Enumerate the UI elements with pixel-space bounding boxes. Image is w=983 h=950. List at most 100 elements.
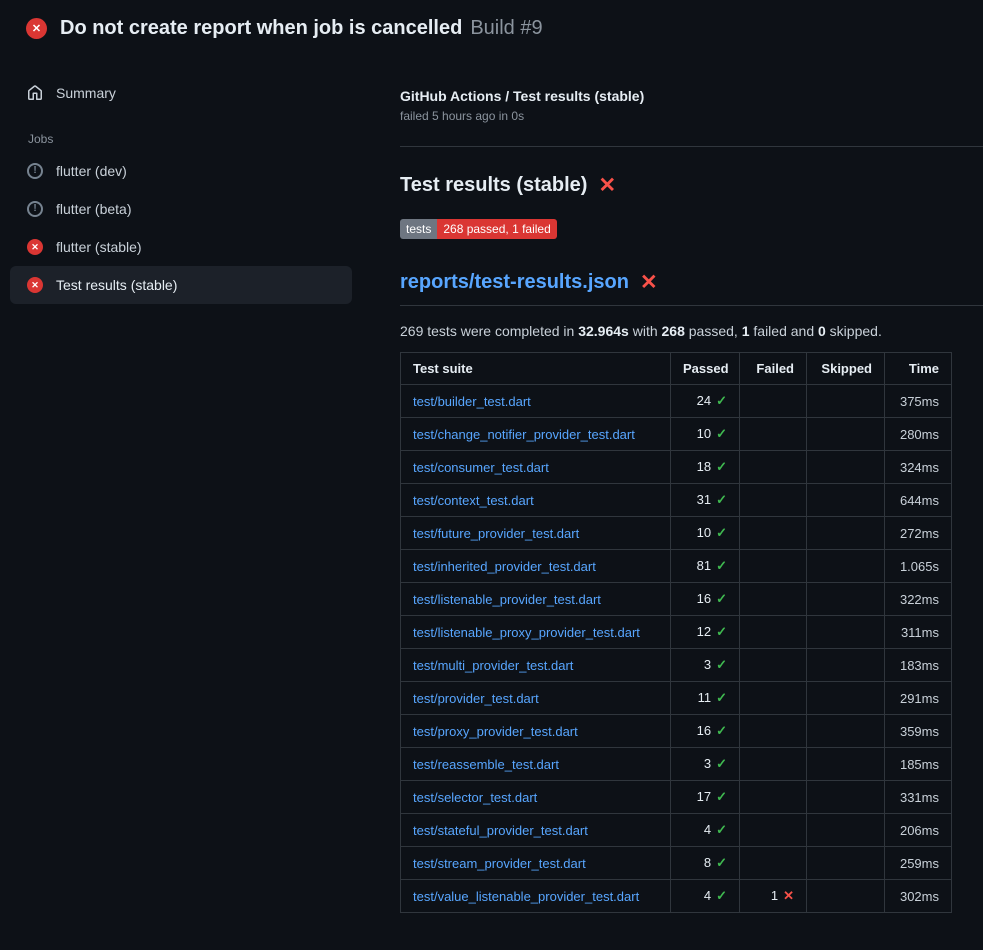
suite-cell: test/listenable_proxy_provider_test.dart (401, 616, 671, 649)
table-row: test/consumer_test.dart 18 ✓ 324ms (401, 451, 952, 484)
passed-count: 31 (697, 492, 711, 507)
sidebar-job-item[interactable]: ✕flutter (stable) (10, 228, 352, 266)
suite-link[interactable]: test/listenable_provider_test.dart (413, 592, 601, 607)
table-row: test/context_test.dart31✓644ms (401, 484, 952, 517)
skipped-cell (807, 880, 885, 913)
time-value: 311ms (901, 625, 939, 640)
skipped-cell (807, 484, 885, 517)
workflow-run-title: Do not create report when job is cancell… (60, 17, 462, 39)
summary-skipped-count: 0 (818, 323, 826, 339)
check-icon: ✓ (716, 624, 727, 639)
cross-icon: ✕ (783, 888, 794, 903)
failed-cell (740, 418, 807, 451)
column-header-time: Time (885, 353, 952, 385)
check-title: Test results (stable) (400, 174, 587, 197)
passed-count: 3 (704, 756, 711, 771)
failed-cell (740, 517, 807, 550)
suite-cell: test/consumer_test.dart (401, 451, 671, 484)
time-cell: 311ms (885, 616, 952, 649)
failed-cell (740, 748, 807, 781)
failed-cell (740, 847, 807, 880)
suite-link[interactable]: test/reassemble_test.dart (413, 757, 559, 772)
suite-cell: test/reassemble_test.dart (401, 748, 671, 781)
passed-count: 12 (697, 624, 711, 639)
run-status-text: failed 5 hours ago in 0s (400, 109, 983, 123)
passed-cell: 10✓ (671, 517, 740, 550)
suite-cell: test/provider_test.dart (401, 682, 671, 715)
check-icon: ✓ (716, 657, 727, 672)
failed-cell (740, 649, 807, 682)
suite-cell: test/multi_provider_test.dart (401, 649, 671, 682)
column-header-failed: Failed (740, 353, 807, 385)
check-icon: ✓ (716, 591, 727, 606)
skipped-cell (807, 385, 885, 418)
check-icon: ✓ (716, 855, 727, 870)
table-row: test/inherited_provider_test.dart81✓1.06… (401, 550, 952, 583)
column-header-passed: Passed (671, 353, 740, 385)
passed-count: 24 (697, 393, 711, 408)
report-file-link[interactable]: reports/test-results.json (400, 271, 629, 294)
suite-link[interactable]: test/consumer_test.dart (413, 460, 549, 475)
summary-text: skipped. (826, 323, 882, 339)
suite-link[interactable]: test/inherited_provider_test.dart (413, 559, 596, 574)
table-row: test/value_listenable_provider_test.dart… (401, 880, 952, 913)
suite-link[interactable]: test/selector_test.dart (413, 790, 537, 805)
suite-cell: test/listenable_provider_test.dart (401, 583, 671, 616)
column-header-skipped: Skipped (807, 353, 885, 385)
check-icon: ✓ (716, 525, 727, 540)
time-value: 302ms (900, 889, 939, 904)
table-row: test/proxy_provider_test.dart16✓359ms (401, 715, 952, 748)
suite-link[interactable]: test/multi_provider_test.dart (413, 658, 573, 673)
suite-link[interactable]: test/builder_test.dart (413, 394, 531, 409)
table-row: test/builder_test.dart 24✓ 375ms (401, 385, 952, 418)
skipped-cell (807, 781, 885, 814)
breadcrumb: GitHub Actions / Test results (stable) (400, 88, 983, 104)
suite-cell: test/future_provider_test.dart (401, 517, 671, 550)
suite-link[interactable]: test/stream_provider_test.dart (413, 856, 586, 871)
suite-link[interactable]: test/value_listenable_provider_test.dart (413, 889, 639, 904)
sidebar-job-item[interactable]: !flutter (beta) (10, 190, 352, 228)
run-summary: 269 tests were completed in 32.964s with… (400, 323, 983, 339)
failed-cell (740, 682, 807, 715)
sidebar-job-item[interactable]: ✕Test results (stable) (10, 266, 352, 304)
column-header-test-suite: Test suite (401, 353, 671, 385)
suite-link[interactable]: test/provider_test.dart (413, 691, 539, 706)
time-value: 272ms (900, 526, 939, 541)
check-icon: ✓ (716, 756, 727, 771)
time-cell: 291ms (885, 682, 952, 715)
passed-cell: 8✓ (671, 847, 740, 880)
home-icon (27, 85, 43, 101)
suite-cell: test/selector_test.dart (401, 781, 671, 814)
job-label: flutter (beta) (56, 201, 131, 217)
failed-cell (740, 616, 807, 649)
failed-x-icon: ✕ (640, 272, 658, 293)
sidebar-item-summary[interactable]: Summary (10, 74, 352, 112)
passed-count: 18 (697, 459, 711, 474)
sidebar-job-item[interactable]: !flutter (dev) (10, 152, 352, 190)
suite-link[interactable]: test/change_notifier_provider_test.dart (413, 427, 635, 442)
time-cell: 259ms (885, 847, 952, 880)
failed-count: 1 (771, 888, 778, 903)
section-divider (400, 146, 983, 147)
suite-link[interactable]: test/listenable_proxy_provider_test.dart (413, 625, 640, 640)
check-icon: ✓ (716, 690, 727, 705)
check-run-main: GitHub Actions / Test results (stable) f… (390, 52, 983, 913)
check-icon: ✓ (716, 888, 727, 903)
time-value: 359ms (900, 724, 939, 739)
suite-link[interactable]: test/future_provider_test.dart (413, 526, 579, 541)
suite-link[interactable]: test/proxy_provider_test.dart (413, 724, 578, 739)
summary-duration: 32.964s (578, 323, 629, 339)
time-cell: 280ms (885, 418, 952, 451)
passed-count: 4 (704, 888, 711, 903)
time-value: 375ms (900, 394, 939, 409)
check-icon: ✓ (716, 459, 727, 474)
suite-link[interactable]: test/stateful_provider_test.dart (413, 823, 588, 838)
passed-cell: 24✓ (671, 385, 740, 418)
time-cell: 375ms (885, 385, 952, 418)
passed-cell: 3✓ (671, 649, 740, 682)
job-label: flutter (dev) (56, 163, 127, 179)
passed-count: 3 (704, 657, 711, 672)
skipped-cell (807, 847, 885, 880)
time-cell: 324ms (885, 451, 952, 484)
suite-link[interactable]: test/context_test.dart (413, 493, 534, 508)
